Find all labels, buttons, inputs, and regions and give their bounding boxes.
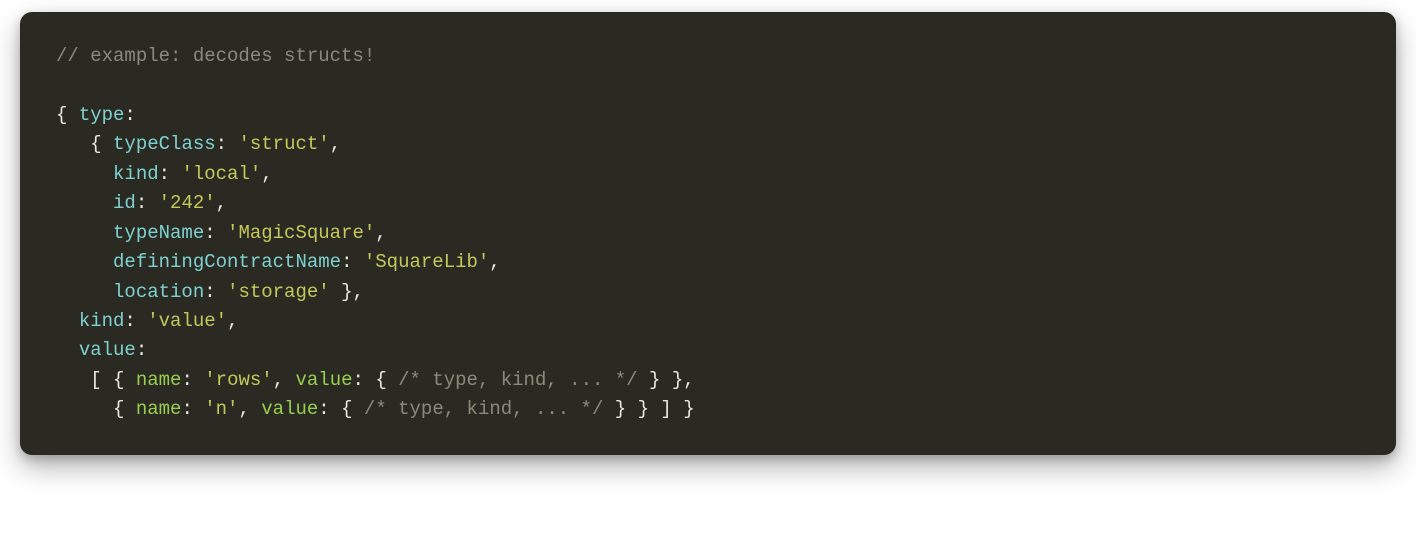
brace-close: } [615, 398, 626, 420]
brace-close: } [672, 369, 683, 391]
key-location: location [113, 281, 204, 303]
colon: : [204, 281, 215, 303]
code-comment: // example: decodes structs! [56, 45, 375, 67]
string-struct: 'struct' [238, 133, 329, 155]
colon: : [341, 251, 352, 273]
comma: , [261, 163, 272, 185]
comma: , [227, 310, 238, 332]
brace-open: { [56, 104, 67, 126]
brace-close: } [341, 281, 352, 303]
colon: : [216, 133, 227, 155]
brace-open: { [113, 369, 124, 391]
string-value: 'value' [147, 310, 227, 332]
comma: , [273, 369, 284, 391]
key-value-inner: value [261, 398, 318, 420]
comma: , [216, 192, 227, 214]
string-242: '242' [159, 192, 216, 214]
comma: , [238, 398, 249, 420]
comma: , [683, 369, 694, 391]
key-definingContractName: definingContractName [113, 251, 341, 273]
key-type: type [79, 104, 125, 126]
colon: : [124, 310, 135, 332]
key-name: name [136, 369, 182, 391]
string-n: 'n' [204, 398, 238, 420]
key-value: value [79, 339, 136, 361]
colon: : [204, 222, 215, 244]
key-name: name [136, 398, 182, 420]
colon: : [124, 104, 135, 126]
key-typeClass: typeClass [113, 133, 216, 155]
bracket-open: [ [90, 369, 101, 391]
key-id: id [113, 192, 136, 214]
key-kind: kind [113, 163, 159, 185]
colon: : [318, 398, 329, 420]
colon: : [181, 398, 192, 420]
block-comment: /* type, kind, ... */ [398, 369, 637, 391]
comma: , [489, 251, 500, 273]
comma: , [375, 222, 386, 244]
brace-close: } [649, 369, 660, 391]
colon: : [159, 163, 170, 185]
brace-open: { [341, 398, 352, 420]
key-kind-outer: kind [79, 310, 125, 332]
brace-open: { [113, 398, 124, 420]
string-rows: 'rows' [204, 369, 272, 391]
brace-open: { [375, 369, 386, 391]
brace-close: } [638, 398, 649, 420]
colon: : [353, 369, 364, 391]
colon: : [181, 369, 192, 391]
brace-open: { [90, 133, 101, 155]
string-squarelib: 'SquareLib' [364, 251, 489, 273]
bracket-close: ] [660, 398, 671, 420]
key-typeName: typeName [113, 222, 204, 244]
key-value-inner: value [296, 369, 353, 391]
string-local: 'local' [181, 163, 261, 185]
colon: : [136, 192, 147, 214]
code-block: // example: decodes structs! { type: { t… [20, 12, 1396, 455]
brace-close: } [683, 398, 694, 420]
comma: , [352, 281, 363, 303]
block-comment: /* type, kind, ... */ [364, 398, 603, 420]
string-magicsquare: 'MagicSquare' [227, 222, 375, 244]
comma: , [330, 133, 341, 155]
string-storage: 'storage' [227, 281, 330, 303]
colon: : [136, 339, 147, 361]
